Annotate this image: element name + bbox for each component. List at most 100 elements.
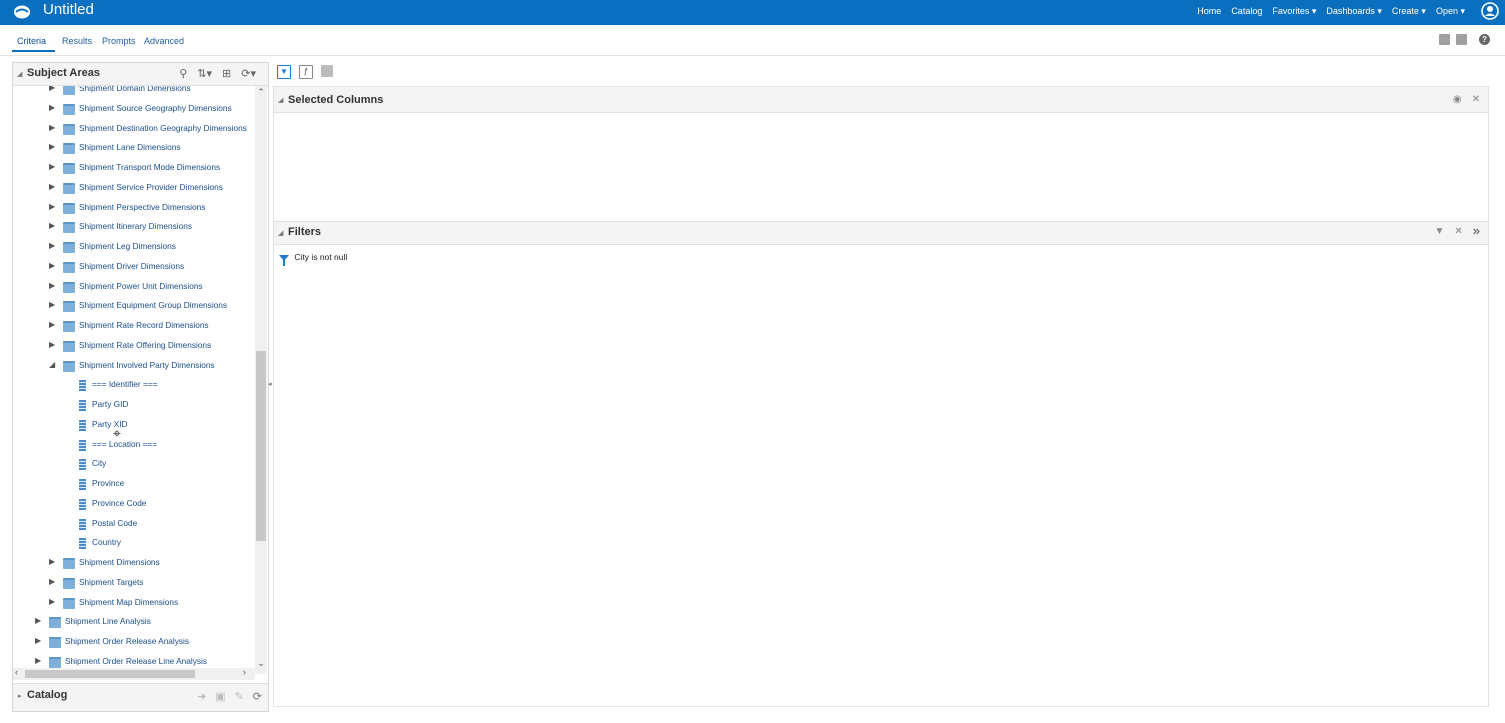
refresh-icon[interactable]: ⟳▾ bbox=[241, 67, 256, 80]
filter-item[interactable]: City is not null bbox=[279, 252, 347, 266]
search-icon[interactable]: ⚲ bbox=[179, 67, 187, 80]
add-filter-icon[interactable]: ▼ bbox=[1434, 226, 1444, 238]
eye-icon[interactable]: ◉ bbox=[1453, 94, 1462, 105]
tree-column-node[interactable]: === Identifier === bbox=[13, 378, 255, 396]
tree-horizontal-scrollbar[interactable]: ‹ › bbox=[13, 667, 255, 680]
collapse-all-icon[interactable]: ⊞ bbox=[222, 67, 231, 80]
tree-folder-node[interactable]: ▶ Shipment Rate Record Dimensions bbox=[13, 319, 255, 337]
collapse-triangle-icon[interactable]: ◢ bbox=[17, 70, 22, 78]
tree-column-node[interactable]: === Location === bbox=[13, 438, 255, 456]
scrollbar-thumb[interactable] bbox=[256, 351, 266, 541]
subject-area-tree: ▶ Shipment Domain Dimensions ▶ Shipment Sou… bbox=[13, 86, 255, 674]
tree-folder-node[interactable]: ▶ Shipment Rate Offering Dimensions bbox=[13, 339, 255, 357]
expand-node-icon[interactable]: ▶ bbox=[49, 162, 55, 171]
sort-icon[interactable]: ⇅▾ bbox=[197, 67, 212, 80]
active-tab-indicator bbox=[12, 50, 55, 52]
save-icon[interactable] bbox=[1439, 34, 1450, 45]
collapse-triangle-icon[interactable]: ◢ bbox=[278, 229, 283, 237]
tree-column-node[interactable]: City bbox=[13, 457, 255, 475]
nav-open-menu[interactable]: Open ▾ bbox=[1436, 6, 1465, 17]
tree-folder-node[interactable]: ▶ Shipment Targets bbox=[13, 576, 255, 594]
edit-formula-icon[interactable]: ƒ bbox=[299, 65, 313, 79]
tree-folder-node[interactable]: ▶ Shipment Leg Dimensions bbox=[13, 240, 255, 258]
expand-node-icon[interactable]: ▶ bbox=[49, 142, 55, 151]
tree-folder-node[interactable]: ▶ Shipment Map Dimensions bbox=[13, 596, 255, 614]
tree-folder-node[interactable]: ▶ Shipment Transport Mode Dimensions bbox=[13, 161, 255, 179]
scroll-down-icon[interactable]: ⌄ bbox=[256, 658, 266, 668]
save-as-icon[interactable] bbox=[1456, 34, 1467, 45]
tree-folder-node[interactable]: ▶ Shipment Lane Dimensions bbox=[13, 141, 255, 159]
scroll-up-icon[interactable]: ⌃ bbox=[256, 87, 266, 97]
tree-folder-node[interactable]: ▶ Shipment Perspective Dimensions bbox=[13, 201, 255, 219]
catalog-pane-header[interactable]: ▸ Catalog ➜ ▣ ✎ ⟳ bbox=[13, 683, 268, 711]
tree-folder-node[interactable]: ▶ Shipment Destination Geography Dimensio… bbox=[13, 122, 255, 140]
tab-advanced[interactable]: Advanced bbox=[144, 36, 184, 46]
expand-node-icon[interactable]: ▶ bbox=[49, 241, 55, 250]
tree-folder-node[interactable]: ▶ Shipment Dimensions bbox=[13, 556, 255, 574]
tab-criteria[interactable]: Criteria bbox=[17, 36, 46, 46]
nav-favorites-menu[interactable]: Favorites ▾ bbox=[1272, 6, 1316, 17]
expand-node-icon[interactable]: ▶ bbox=[49, 281, 55, 290]
tree-folder-node[interactable]: ▶ Shipment Itinerary Dimensions bbox=[13, 220, 255, 238]
expand-node-icon[interactable]: ▶ bbox=[35, 656, 41, 665]
more-options-icon[interactable]: » bbox=[1473, 223, 1480, 238]
tree-column-node[interactable]: Party XID bbox=[13, 418, 255, 436]
expand-node-icon[interactable]: ▶ bbox=[49, 202, 55, 211]
expand-node-icon[interactable]: ▶ bbox=[49, 340, 55, 349]
help-icon[interactable]: ? bbox=[1479, 34, 1490, 45]
tree-column-node[interactable]: Postal Code bbox=[13, 517, 255, 535]
tree-folder-node[interactable]: ▶ Shipment Driver Dimensions bbox=[13, 260, 255, 278]
expand-triangle-icon[interactable]: ▸ bbox=[18, 692, 22, 700]
expand-node-icon[interactable]: ▶ bbox=[49, 221, 55, 230]
tree-node-label: Shipment Leg Dimensions bbox=[79, 241, 176, 251]
expand-node-icon[interactable]: ▶ bbox=[49, 182, 55, 191]
tree-folder-node[interactable]: ◢ Shipment Involved Party Dimensions bbox=[13, 359, 255, 377]
expand-node-icon[interactable]: ▶ bbox=[49, 86, 55, 92]
tree-column-node[interactable]: Province Code bbox=[13, 497, 255, 515]
nav-catalog-link[interactable]: Catalog bbox=[1231, 6, 1262, 17]
tree-vertical-scrollbar[interactable]: ⌃ ⌄ bbox=[255, 86, 267, 674]
refresh-icon[interactable]: ⟳ bbox=[253, 690, 262, 703]
expand-node-icon[interactable]: ▶ bbox=[49, 261, 55, 270]
tab-results[interactable]: Results bbox=[62, 36, 92, 46]
tree-folder-node[interactable]: ▶ Shipment Line Analysis bbox=[13, 615, 255, 633]
expand-node-icon[interactable]: ▶ bbox=[49, 300, 55, 309]
collapse-triangle-icon[interactable]: ◢ bbox=[278, 96, 283, 104]
tree-folder-node[interactable]: ▶ Shipment Source Geography Dimensions bbox=[13, 102, 255, 120]
remove-all-icon[interactable]: ✕ bbox=[1472, 94, 1480, 105]
user-icon[interactable] bbox=[1481, 2, 1499, 20]
tree-folder-node[interactable]: ▶ Shipment Domain Dimensions bbox=[13, 86, 255, 100]
expand-node-icon[interactable]: ▶ bbox=[49, 103, 55, 112]
add-icon[interactable]: ➜ bbox=[197, 690, 206, 703]
tab-prompts[interactable]: Prompts bbox=[102, 36, 136, 46]
tree-folder-node[interactable]: ▶ Shipment Service Provider Dimensions bbox=[13, 181, 255, 199]
insert-icon[interactable]: ▣ bbox=[215, 690, 225, 703]
combine-results-icon[interactable] bbox=[321, 65, 333, 77]
collapse-node-icon[interactable]: ◢ bbox=[49, 360, 55, 369]
tree-folder-node[interactable]: ▶ Shipment Power Unit Dimensions bbox=[13, 280, 255, 298]
expand-node-icon[interactable]: ▶ bbox=[49, 557, 55, 566]
tree-folder-node[interactable]: ▶ Shipment Equipment Group Dimensions bbox=[13, 299, 255, 317]
global-nav: Home Catalog Favorites ▾ Dashboards ▾ Cr… bbox=[1197, 6, 1465, 17]
nav-home-link[interactable]: Home bbox=[1197, 6, 1221, 17]
expand-node-icon[interactable]: ▶ bbox=[49, 597, 55, 606]
delete-filters-icon[interactable]: ✕ bbox=[1454, 226, 1462, 238]
subject-areas-toolbar: ⚲ ⇅▾ ⊞ ⟳▾ bbox=[179, 67, 256, 80]
expand-node-icon[interactable]: ▶ bbox=[49, 320, 55, 329]
tree-column-node[interactable]: Party GID bbox=[13, 398, 255, 416]
hscrollbar-thumb[interactable] bbox=[25, 670, 195, 678]
show-filters-icon[interactable]: ▼ bbox=[277, 65, 291, 79]
expand-node-icon[interactable]: ▶ bbox=[35, 636, 41, 645]
expand-node-icon[interactable]: ▶ bbox=[49, 123, 55, 132]
tree-column-node[interactable]: Country bbox=[13, 536, 255, 554]
tree-folder-node[interactable]: ▶ Shipment Order Release Analysis bbox=[13, 635, 255, 653]
tree-column-node[interactable]: Province bbox=[13, 477, 255, 495]
expand-node-icon[interactable]: ▶ bbox=[49, 577, 55, 586]
scroll-right-icon[interactable]: › bbox=[243, 667, 246, 677]
pane-splitter-icon[interactable]: ◂ bbox=[268, 380, 272, 390]
expand-node-icon[interactable]: ▶ bbox=[35, 616, 41, 625]
nav-create-menu[interactable]: Create ▾ bbox=[1392, 6, 1426, 17]
nav-dashboards-menu[interactable]: Dashboards ▾ bbox=[1326, 6, 1382, 17]
edit-icon[interactable]: ✎ bbox=[235, 690, 244, 703]
scroll-left-icon[interactable]: ‹ bbox=[15, 667, 18, 677]
